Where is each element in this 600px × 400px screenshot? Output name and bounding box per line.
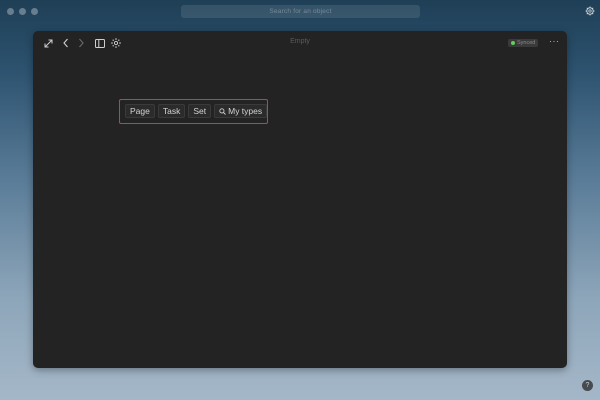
help-label: ? [585, 382, 590, 389]
editor-window: Empty Synced ··· Page Task Set My types [33, 31, 567, 368]
object-type-list: Page Task Set My types [125, 104, 268, 118]
type-chip-label: Page [130, 106, 150, 116]
settings-button[interactable] [585, 6, 595, 16]
search-icon [219, 107, 226, 115]
window-controls [7, 8, 38, 15]
sync-status-dot [511, 41, 515, 45]
global-search-input[interactable]: Search for an object [181, 5, 420, 18]
sync-status-label: Synced [517, 40, 536, 46]
type-chip-page[interactable]: Page [125, 104, 155, 118]
editor-toolbar: Empty Synced ··· [33, 31, 567, 55]
desktop: Search for an object Empty Synced ··· Pa… [0, 0, 600, 400]
close-window-button[interactable] [7, 8, 14, 15]
gear-icon [585, 6, 595, 16]
type-chip-label: Set [193, 106, 207, 116]
more-options-button[interactable]: ··· [549, 37, 560, 46]
my-types-label: My types [228, 106, 263, 116]
object-type-selector: Page Task Set My types [119, 99, 268, 124]
type-chip-task[interactable]: Task [157, 104, 186, 118]
minimize-window-button[interactable] [19, 8, 26, 15]
help-button[interactable]: ? [582, 380, 593, 391]
type-chip-label: Task [162, 106, 181, 116]
global-search-placeholder: Search for an object [269, 8, 332, 15]
type-chip-set[interactable]: Set [188, 104, 212, 118]
document-title: Empty [290, 38, 310, 45]
my-types-search-button[interactable]: My types [214, 104, 268, 118]
sync-status-badge: Synced [508, 39, 539, 47]
maximize-window-button[interactable] [31, 8, 38, 15]
